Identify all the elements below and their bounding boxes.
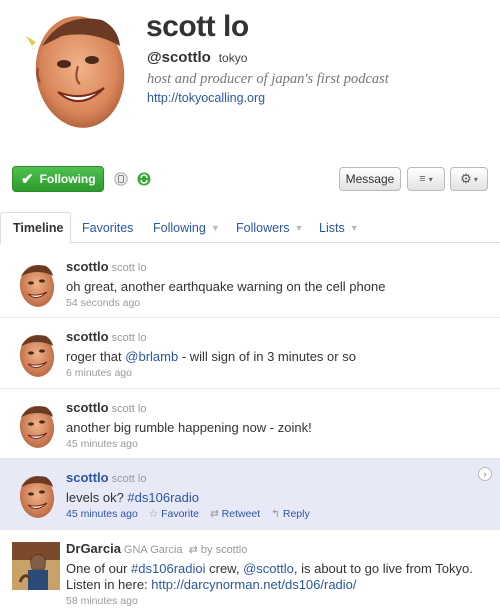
tab-following[interactable]: Following ▼	[153, 212, 220, 243]
hashtag-link[interactable]: #ds106radioi	[131, 561, 205, 576]
gear-icon: ⚙	[460, 171, 472, 186]
favorite-label: Favorite	[161, 508, 200, 520]
tab-followers[interactable]: Followers ▼	[236, 212, 303, 243]
text-segment: levels ok?	[66, 490, 128, 505]
tab-lists[interactable]: Lists ▼	[319, 212, 359, 243]
favorite-action[interactable]: ☆ Favorite	[149, 508, 199, 520]
tweet-fullname: GNA Garcia	[123, 544, 183, 556]
text-segment: roger that	[66, 349, 126, 364]
tweet-username[interactable]: scottlo	[66, 329, 109, 344]
tweet-username[interactable]: scottlo	[66, 470, 109, 485]
profile-name: scott lo	[146, 10, 249, 43]
profile-location: tokyo	[218, 51, 248, 65]
tweet-username[interactable]: scottlo	[66, 259, 109, 274]
tweet-item-selected[interactable]: › scottlo scott lo levels ok? #ds106radio…	[0, 459, 500, 530]
tweet-avatar[interactable]	[12, 260, 60, 308]
tweet-timestamp[interactable]: 45 minutes ago	[66, 438, 490, 450]
tweet-timestamp[interactable]: 58 minutes ago	[66, 595, 490, 607]
tweet-meta: 45 minutes ago ☆ Favorite ⇄ Retweet ↰ Re…	[66, 508, 490, 520]
message-button[interactable]: Message	[339, 167, 401, 191]
tweet-text: oh great, another earthquake warning on …	[66, 279, 386, 294]
chevron-down-icon: ▼	[349, 222, 359, 233]
tweet-text: levels ok? #ds106radio	[66, 490, 490, 506]
mention-link[interactable]: @brlamb	[125, 349, 178, 364]
tweet-fullname: scott lo	[111, 473, 147, 485]
profile-avatar[interactable]	[22, 6, 134, 134]
list-icon: ≡	[419, 173, 426, 185]
tweet-avatar[interactable]	[12, 471, 60, 519]
tweet-text: One of our #ds106radioi crew, @scottlo, …	[66, 561, 490, 593]
tweet-item[interactable]: scottlo scott lo oh great, another earthq…	[0, 248, 500, 318]
tweet-item[interactable]: scottlo scott lo roger that @brlamb - wil…	[0, 318, 500, 389]
text-segment: - will sign of in 3 minutes or so	[178, 349, 356, 364]
retweets-on-icon[interactable]	[137, 172, 151, 186]
tab-label: Following	[153, 220, 206, 235]
following-button[interactable]: ✔ Following	[12, 166, 104, 192]
profile-tabs: Timeline Favorites Following ▼ Followers ▼…	[0, 212, 500, 244]
tab-label: Favorites	[82, 220, 134, 235]
chevron-down-icon: ▾	[473, 174, 478, 184]
tweet-text: another big rumble happening now - zoink…	[66, 420, 312, 435]
profile-url[interactable]: http://tokyocalling.org	[147, 91, 265, 105]
following-label: Following	[39, 172, 96, 186]
profile-bio: host and producer of japan's first podca…	[147, 71, 389, 87]
mention-link[interactable]: @scottlo	[243, 561, 294, 576]
reply-label: Reply	[282, 508, 310, 520]
reply-icon: ↰	[271, 508, 280, 520]
device-icon[interactable]	[114, 172, 128, 186]
settings-menu-button[interactable]: ⚙ ▾	[450, 167, 488, 191]
tweet-avatar[interactable]	[12, 330, 60, 378]
tweet-fullname: scott lo	[111, 403, 147, 415]
tab-label: Timeline	[13, 221, 64, 235]
tweet-text: roger that @brlamb - will sign of in 3 m…	[66, 349, 490, 365]
retweet-icon: ⇄	[209, 508, 219, 520]
tweet-timestamp[interactable]: 6 minutes ago	[66, 367, 490, 379]
chevron-down-icon: ▾	[428, 174, 433, 184]
tweet-timestamp[interactable]: 45 minutes ago	[66, 508, 138, 520]
profile-handle: @scottlo	[147, 49, 211, 66]
action-bar: ✔ Following Message ≡ ▾ ⚙ ▾	[0, 158, 500, 206]
tweet-item[interactable]: DrGarcia GNA Garcia ⇄ by scottlo One of ou…	[0, 530, 500, 612]
star-icon: ☆	[148, 508, 159, 520]
text-segment: crew,	[205, 561, 244, 576]
tab-favorites[interactable]: Favorites	[82, 212, 133, 243]
tab-label: Lists	[319, 220, 345, 235]
tweet-avatar[interactable]	[12, 542, 60, 590]
message-label: Message	[345, 172, 395, 186]
list-menu-button[interactable]: ≡ ▾	[407, 167, 445, 191]
tweet-fullname: scott lo	[111, 332, 147, 344]
tab-timeline[interactable]: Timeline	[0, 212, 71, 244]
retweet-action[interactable]: ⇄ Retweet	[210, 508, 260, 520]
check-icon: ✔	[21, 171, 34, 188]
retweeted-by: ⇄ by scottlo	[189, 544, 248, 556]
text-segment: One of our	[66, 561, 132, 576]
tweet-timestamp[interactable]: 54 seconds ago	[66, 297, 490, 309]
retweet-icon: ⇄	[188, 544, 198, 556]
tweet-item[interactable]: scottlo scott lo another big rumble happe…	[0, 389, 500, 459]
chevron-down-icon: ▼	[210, 222, 220, 233]
retweeted-by-label: by scottlo	[200, 544, 248, 556]
chevron-down-icon: ▼	[294, 222, 304, 233]
tweet-avatar[interactable]	[12, 401, 60, 449]
hashtag-link[interactable]: #ds106radio	[127, 490, 199, 505]
reply-action[interactable]: ↰ Reply	[271, 508, 310, 520]
retweet-label: Retweet	[221, 508, 261, 520]
tweet-username[interactable]: DrGarcia	[66, 541, 121, 556]
tweet-username[interactable]: scottlo	[66, 400, 109, 415]
handle-row: @scottlo tokyo	[147, 49, 247, 66]
tweet-fullname: scott lo	[111, 262, 147, 274]
url-link[interactable]: http://darcynorman.net/ds106/radio/	[151, 577, 356, 592]
tab-label: Followers	[236, 220, 290, 235]
profile-header: scott lo @scottlo tokyo host and produce…	[0, 0, 500, 150]
